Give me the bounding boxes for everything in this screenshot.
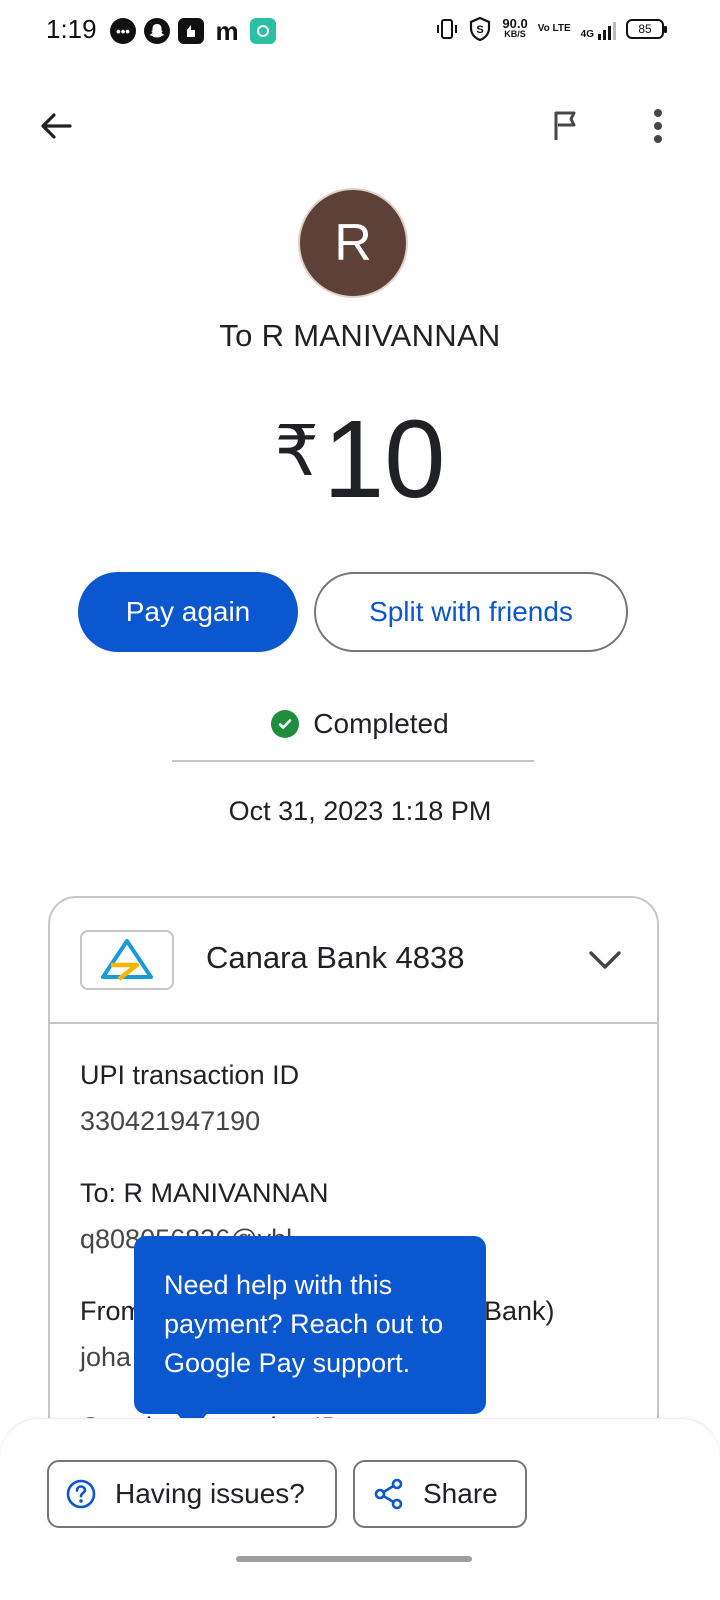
battery-level: 85 (638, 22, 652, 36)
expand-button[interactable] (583, 938, 627, 982)
recipient-name: To R MANIVANNAN (219, 318, 501, 353)
snapchat-icon (144, 18, 170, 44)
battery-icon: 85 (626, 19, 667, 39)
m-icon: m (215, 15, 239, 46)
more-options-button[interactable] (632, 100, 684, 152)
bank-account-row[interactable]: Canara Bank 4838 (50, 898, 657, 1024)
canara-bank-logo-icon (101, 939, 153, 981)
having-issues-button[interactable]: Having issues? (47, 1460, 337, 1528)
more-vert-icon (654, 109, 662, 143)
amount-value: 10 (323, 398, 446, 521)
network-type: 4G (580, 29, 594, 40)
pay-again-button[interactable]: Pay again (78, 572, 298, 652)
payment-datetime: Oct 31, 2023 1:18 PM (228, 796, 492, 826)
status-time: 1:19 (46, 14, 97, 44)
divider (172, 760, 534, 762)
chevron-down-icon (589, 951, 621, 969)
arrow-left-icon (41, 113, 72, 139)
svg-text:S: S (477, 24, 484, 36)
avatar: R (298, 188, 408, 298)
signal-icon: 4G (581, 18, 616, 40)
currency-symbol: ₹ (274, 412, 320, 490)
upi-id-value[interactable]: 330421947190 (80, 1106, 260, 1137)
flag-icon (554, 111, 576, 140)
split-with-friends-button[interactable]: Split with friends (314, 572, 628, 652)
status-app-icons: ••• m (110, 15, 276, 46)
volte-indicator: Vo LTE (537, 23, 571, 34)
from-bank-suffix: Bank) (484, 1296, 555, 1326)
share-button[interactable]: Share (353, 1460, 527, 1528)
share-icon (374, 1478, 403, 1510)
messages-icon: ••• (110, 18, 136, 44)
status-bar: 1:19 ••• m S 90.0 KB/S Vo LTE 4G 85 (0, 0, 720, 64)
help-circle-icon (66, 1479, 96, 1509)
vibrate-icon (437, 19, 458, 39)
help-tooltip: Need help with this payment? Reach out t… (134, 1236, 486, 1414)
net-speed-unit: KB/S (504, 29, 526, 39)
chat-icon (250, 18, 276, 44)
status-label: Completed (313, 708, 449, 739)
share-label: Share (423, 1478, 498, 1509)
bank-name: Canara Bank 4838 (206, 940, 465, 975)
tinder-icon (178, 18, 204, 44)
shield-icon: S (470, 16, 491, 42)
upi-id-label: UPI transaction ID (80, 1060, 300, 1090)
status-indicators: S 90.0 KB/S Vo LTE 4G 85 (436, 16, 667, 42)
report-button[interactable] (540, 100, 592, 152)
back-button[interactable] (30, 100, 82, 152)
payment-status: Completed (0, 708, 720, 740)
net-speed: 90.0 KB/S (502, 17, 527, 40)
having-issues-label: Having issues? (115, 1478, 305, 1509)
to-label: To: R MANIVANNAN (80, 1178, 329, 1208)
check-circle-icon (271, 710, 300, 738)
home-indicator[interactable] (236, 1556, 472, 1562)
bank-logo (80, 930, 174, 990)
from-value: joha (80, 1342, 132, 1372)
payment-amount: ₹10 (0, 396, 720, 523)
